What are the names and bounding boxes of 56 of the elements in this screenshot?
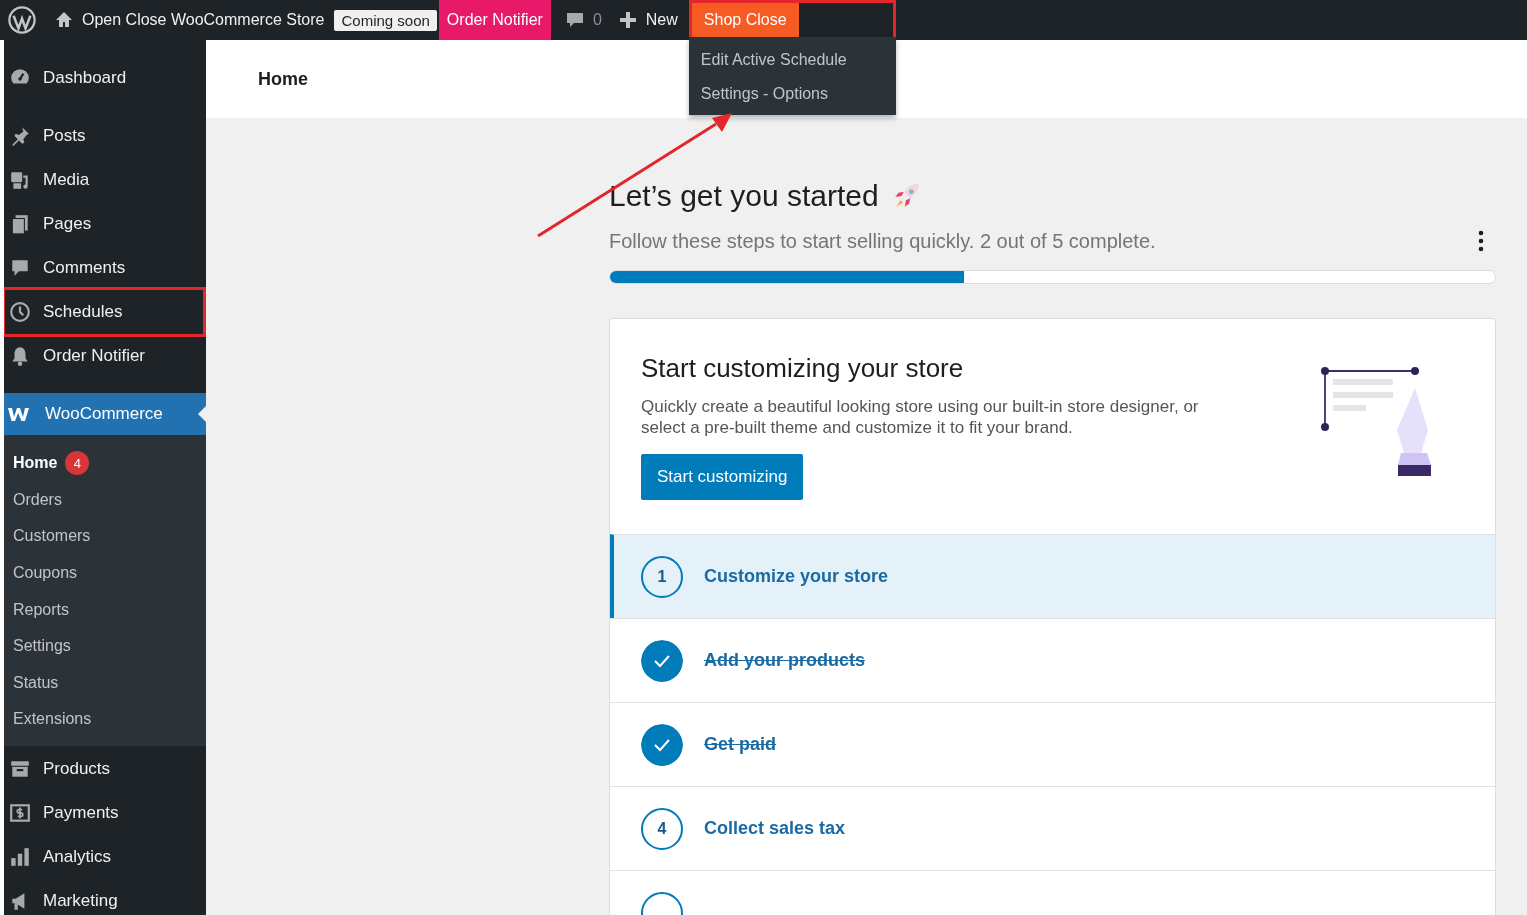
menu-item[interactable]: Payments — [4, 790, 206, 835]
task-label: Add your products — [704, 650, 865, 671]
order-notifier-link[interactable]: Order Notifier — [438, 0, 551, 40]
more-options-icon — [1478, 230, 1484, 252]
step-number: 4 — [641, 807, 683, 850]
menu-item[interactable]: Pages — [4, 202, 206, 246]
menu-item[interactable]: Order Notifier — [4, 334, 206, 378]
card-title: Start customizing your store — [641, 353, 965, 384]
submenu-item[interactable]: Extensions — [4, 701, 206, 738]
media-icon — [9, 169, 31, 191]
section-subtitle: Follow these steps to start selling quickly. 2 out of 5 complete. — [609, 229, 1156, 253]
menu-item[interactable]: Edit Active Schedule — [688, 43, 896, 77]
submenu-item[interactable]: Status — [4, 664, 206, 702]
count-badge: 4 — [65, 451, 90, 476]
card-description: Quickly create a beautiful looking store using our built-in store designer, or select a pre-built theme and customize it to fit your brand. — [641, 396, 1200, 438]
task-row[interactable]: 1 Customize your store — [610, 534, 1495, 618]
menu-item[interactable]: Media — [4, 158, 206, 202]
site-name-link[interactable]: Open Close WooCommerce Store — [46, 0, 333, 40]
page-title: Home — [258, 68, 308, 90]
menu-item[interactable]: Settings - Options — [688, 77, 896, 111]
wordpress-logo-icon — [8, 6, 36, 34]
menu-item[interactable]: Schedules — [4, 290, 206, 334]
menu-item[interactable]: Marketing — [4, 878, 206, 915]
menu-item[interactable]: Dashboard — [4, 56, 206, 100]
status-badge: Coming soon — [334, 9, 437, 31]
plus-icon — [617, 10, 638, 30]
task-row[interactable]: 4 Collect sales tax — [610, 786, 1495, 870]
bar-chart-icon — [9, 845, 31, 868]
step-number: 1 — [641, 555, 683, 598]
task-row[interactable]: Add your products — [610, 618, 1495, 702]
submenu-item[interactable]: Coupons — [4, 554, 206, 592]
section-title: Let’s get you started — [609, 179, 879, 213]
speech-bubble-icon — [564, 10, 585, 30]
submenu-item[interactable]: Home 4 — [4, 445, 206, 482]
menu-item[interactable]: Analytics — [4, 834, 206, 879]
new-link[interactable]: New — [609, 0, 686, 40]
submenu-item[interactable]: Reports — [4, 591, 206, 628]
task-label: Customize your store — [704, 566, 889, 587]
menu-item[interactable]: WooCommerce — [4, 393, 206, 435]
dollar-icon — [9, 801, 31, 824]
start-customizing-button[interactable]: Start customizing — [641, 454, 804, 500]
task-label: Collect sales tax — [704, 818, 846, 839]
task-label: Get paid — [704, 734, 776, 755]
submenu-item[interactable]: Settings — [4, 627, 206, 665]
pages-icon — [9, 213, 31, 235]
comments-link[interactable]: 0 — [550, 0, 610, 40]
menu-item[interactable]: Comments — [4, 246, 206, 290]
menu-item[interactable]: Products — [4, 746, 206, 791]
clock-icon — [9, 301, 31, 323]
submenu-item[interactable]: Customers — [4, 518, 206, 555]
task-row[interactable]: Get paid — [610, 702, 1495, 786]
submenu-item[interactable]: Orders — [4, 481, 206, 519]
menu-item[interactable]: Posts — [4, 114, 206, 158]
site-name: Open Close WooCommerce Store — [82, 11, 325, 29]
bell-icon — [9, 345, 31, 367]
home-icon — [54, 10, 74, 30]
